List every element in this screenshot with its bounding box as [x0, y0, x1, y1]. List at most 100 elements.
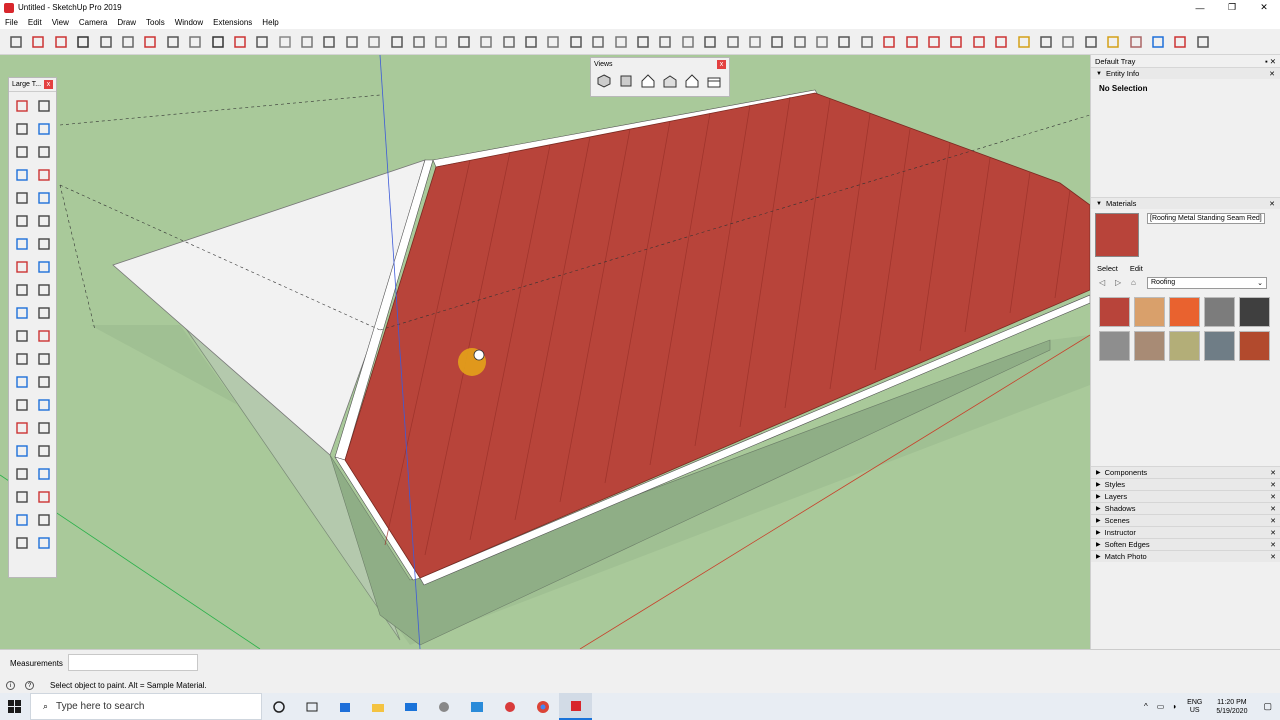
move-tool-icon[interactable] [11, 255, 33, 278]
material-swatch[interactable] [1099, 331, 1130, 361]
toolbar-tool-icon[interactable] [792, 34, 808, 50]
toolbar-tool-icon[interactable] [657, 34, 673, 50]
cortana-icon[interactable] [262, 693, 295, 720]
iso-view-icon[interactable] [596, 73, 612, 89]
toolbar-tool-icon[interactable] [456, 34, 472, 50]
toolbar-tool-icon[interactable] [545, 34, 561, 50]
right-view-icon[interactable] [662, 73, 678, 89]
restore-button[interactable]: ❐ [1216, 0, 1248, 15]
text-tool-icon[interactable] [33, 324, 55, 347]
front-view-icon[interactable] [640, 73, 656, 89]
material-swatch[interactable] [1099, 297, 1130, 327]
materials-edit-tab[interactable]: Edit [1130, 264, 1143, 273]
toolbar-tool-icon[interactable] [613, 34, 629, 50]
views-close-button[interactable]: x [717, 60, 726, 69]
line-tool-icon[interactable] [11, 140, 33, 163]
tray-section-match-photo[interactable]: ▶ Match Photo ✕ [1091, 550, 1280, 562]
toolbar-tool-icon[interactable] [1150, 34, 1166, 50]
volume-icon[interactable]: ◗ [1172, 702, 1177, 711]
circle-tool-icon[interactable] [11, 186, 33, 209]
toolbar-tool-icon[interactable] [523, 34, 539, 50]
toolbar-tool-icon[interactable] [433, 34, 449, 50]
offset-tool-icon[interactable] [33, 301, 55, 324]
toolbar-tool-icon[interactable] [187, 34, 203, 50]
material-name-field[interactable]: [Roofing Metal Standing Seam Red] [1147, 213, 1265, 224]
toolbar-tool-icon[interactable] [1195, 34, 1211, 50]
sandbox2-tool-icon[interactable] [33, 508, 55, 531]
back-view-icon[interactable] [684, 73, 700, 89]
palette-close-button[interactable]: x [44, 80, 53, 89]
menu-camera[interactable]: Camera [79, 18, 107, 27]
toolbar-tool-icon[interactable] [836, 34, 852, 50]
scale-tool-icon[interactable] [11, 301, 33, 324]
paint-bucket-tool-icon[interactable] [11, 117, 33, 140]
toolbar-tool-icon[interactable] [53, 34, 69, 50]
toolbar-tool-icon[interactable] [478, 34, 494, 50]
toolbar-tool-icon[interactable] [1038, 34, 1054, 50]
toolbar-tool-icon[interactable] [321, 34, 337, 50]
toolbar-tool-icon[interactable] [120, 34, 136, 50]
two-point-arc-tool-icon[interactable] [11, 232, 33, 255]
material-swatch[interactable] [1204, 297, 1235, 327]
toolbar-tool-icon[interactable] [30, 34, 46, 50]
toolbar-tool-icon[interactable] [344, 34, 360, 50]
toolbar-tool-icon[interactable] [165, 34, 181, 50]
zoom-window-tool-icon[interactable] [33, 416, 55, 439]
toolbar-tool-icon[interactable] [814, 34, 830, 50]
follow-me-tool-icon[interactable] [33, 278, 55, 301]
toolbar-tool-icon[interactable] [366, 34, 382, 50]
measurements-input[interactable] [68, 654, 198, 671]
section-tool-icon[interactable] [33, 485, 55, 508]
close-window-button[interactable]: ✕ [1248, 0, 1280, 15]
material-swatch[interactable] [1239, 297, 1270, 327]
back-arrow-icon[interactable]: ◁ [1099, 278, 1109, 288]
menu-tools[interactable]: Tools [146, 18, 165, 27]
toolbar-tool-icon[interactable] [993, 34, 1009, 50]
menu-window[interactable]: Window [175, 18, 203, 27]
toolbar-tool-icon[interactable] [98, 34, 114, 50]
toolbar-tool-icon[interactable] [299, 34, 315, 50]
arc-tool-icon[interactable] [11, 209, 33, 232]
notification-icon[interactable]: ▢ [1263, 701, 1272, 712]
material-swatch[interactable] [1204, 331, 1235, 361]
home-icon[interactable]: ⌂ [1131, 278, 1141, 288]
task-view-icon[interactable] [295, 693, 328, 720]
pan-tool-icon[interactable] [33, 393, 55, 416]
materials-header[interactable]: ▼ Materials ✕ [1091, 197, 1280, 209]
eraser-tool-icon[interactable] [33, 117, 55, 140]
toolbar-tool-icon[interactable] [254, 34, 270, 50]
material-swatch[interactable] [1169, 331, 1200, 361]
tray-section-shadows[interactable]: ▶ Shadows ✕ [1091, 502, 1280, 514]
tape-measure-tool-icon[interactable] [11, 324, 33, 347]
left-view-icon[interactable] [706, 73, 722, 89]
toolbar-tool-icon[interactable] [75, 34, 91, 50]
section-plane-tool-icon[interactable] [33, 370, 55, 393]
sandbox4-tool-icon[interactable] [33, 531, 55, 554]
current-material-swatch[interactable] [1095, 213, 1139, 257]
toolbar-tool-icon[interactable] [8, 34, 24, 50]
push-pull-tool-icon[interactable] [33, 255, 55, 278]
rectangle-tool-icon[interactable] [11, 163, 33, 186]
tray-section-styles[interactable]: ▶ Styles ✕ [1091, 478, 1280, 490]
toolbar-tool-icon[interactable] [210, 34, 226, 50]
taskbar-search[interactable]: ⌕ Type here to search [30, 693, 262, 720]
toolbar-tool-icon[interactable] [568, 34, 584, 50]
orbit-tool-icon[interactable] [11, 393, 33, 416]
toolbar-tool-icon[interactable] [904, 34, 920, 50]
toolbar-tool-icon[interactable] [142, 34, 158, 50]
toolbar-tool-icon[interactable] [747, 34, 763, 50]
toolbar-tool-icon[interactable] [635, 34, 651, 50]
toolbar-tool-icon[interactable] [1172, 34, 1188, 50]
3d-viewport[interactable] [0, 55, 1090, 649]
entity-info-header[interactable]: ▼ Entity Info ✕ [1091, 67, 1280, 79]
polygon-tool-icon[interactable] [33, 186, 55, 209]
position-camera-tool-icon[interactable] [11, 462, 33, 485]
zoom-tool-icon[interactable] [11, 416, 33, 439]
forward-arrow-icon[interactable]: ▷ [1115, 278, 1125, 288]
material-swatch[interactable] [1134, 297, 1165, 327]
toolbar-tool-icon[interactable] [881, 34, 897, 50]
start-button[interactable] [0, 693, 30, 720]
dimension-tool-icon[interactable] [33, 347, 55, 370]
toolbar-tool-icon[interactable] [725, 34, 741, 50]
toolbar-tool-icon[interactable] [389, 34, 405, 50]
